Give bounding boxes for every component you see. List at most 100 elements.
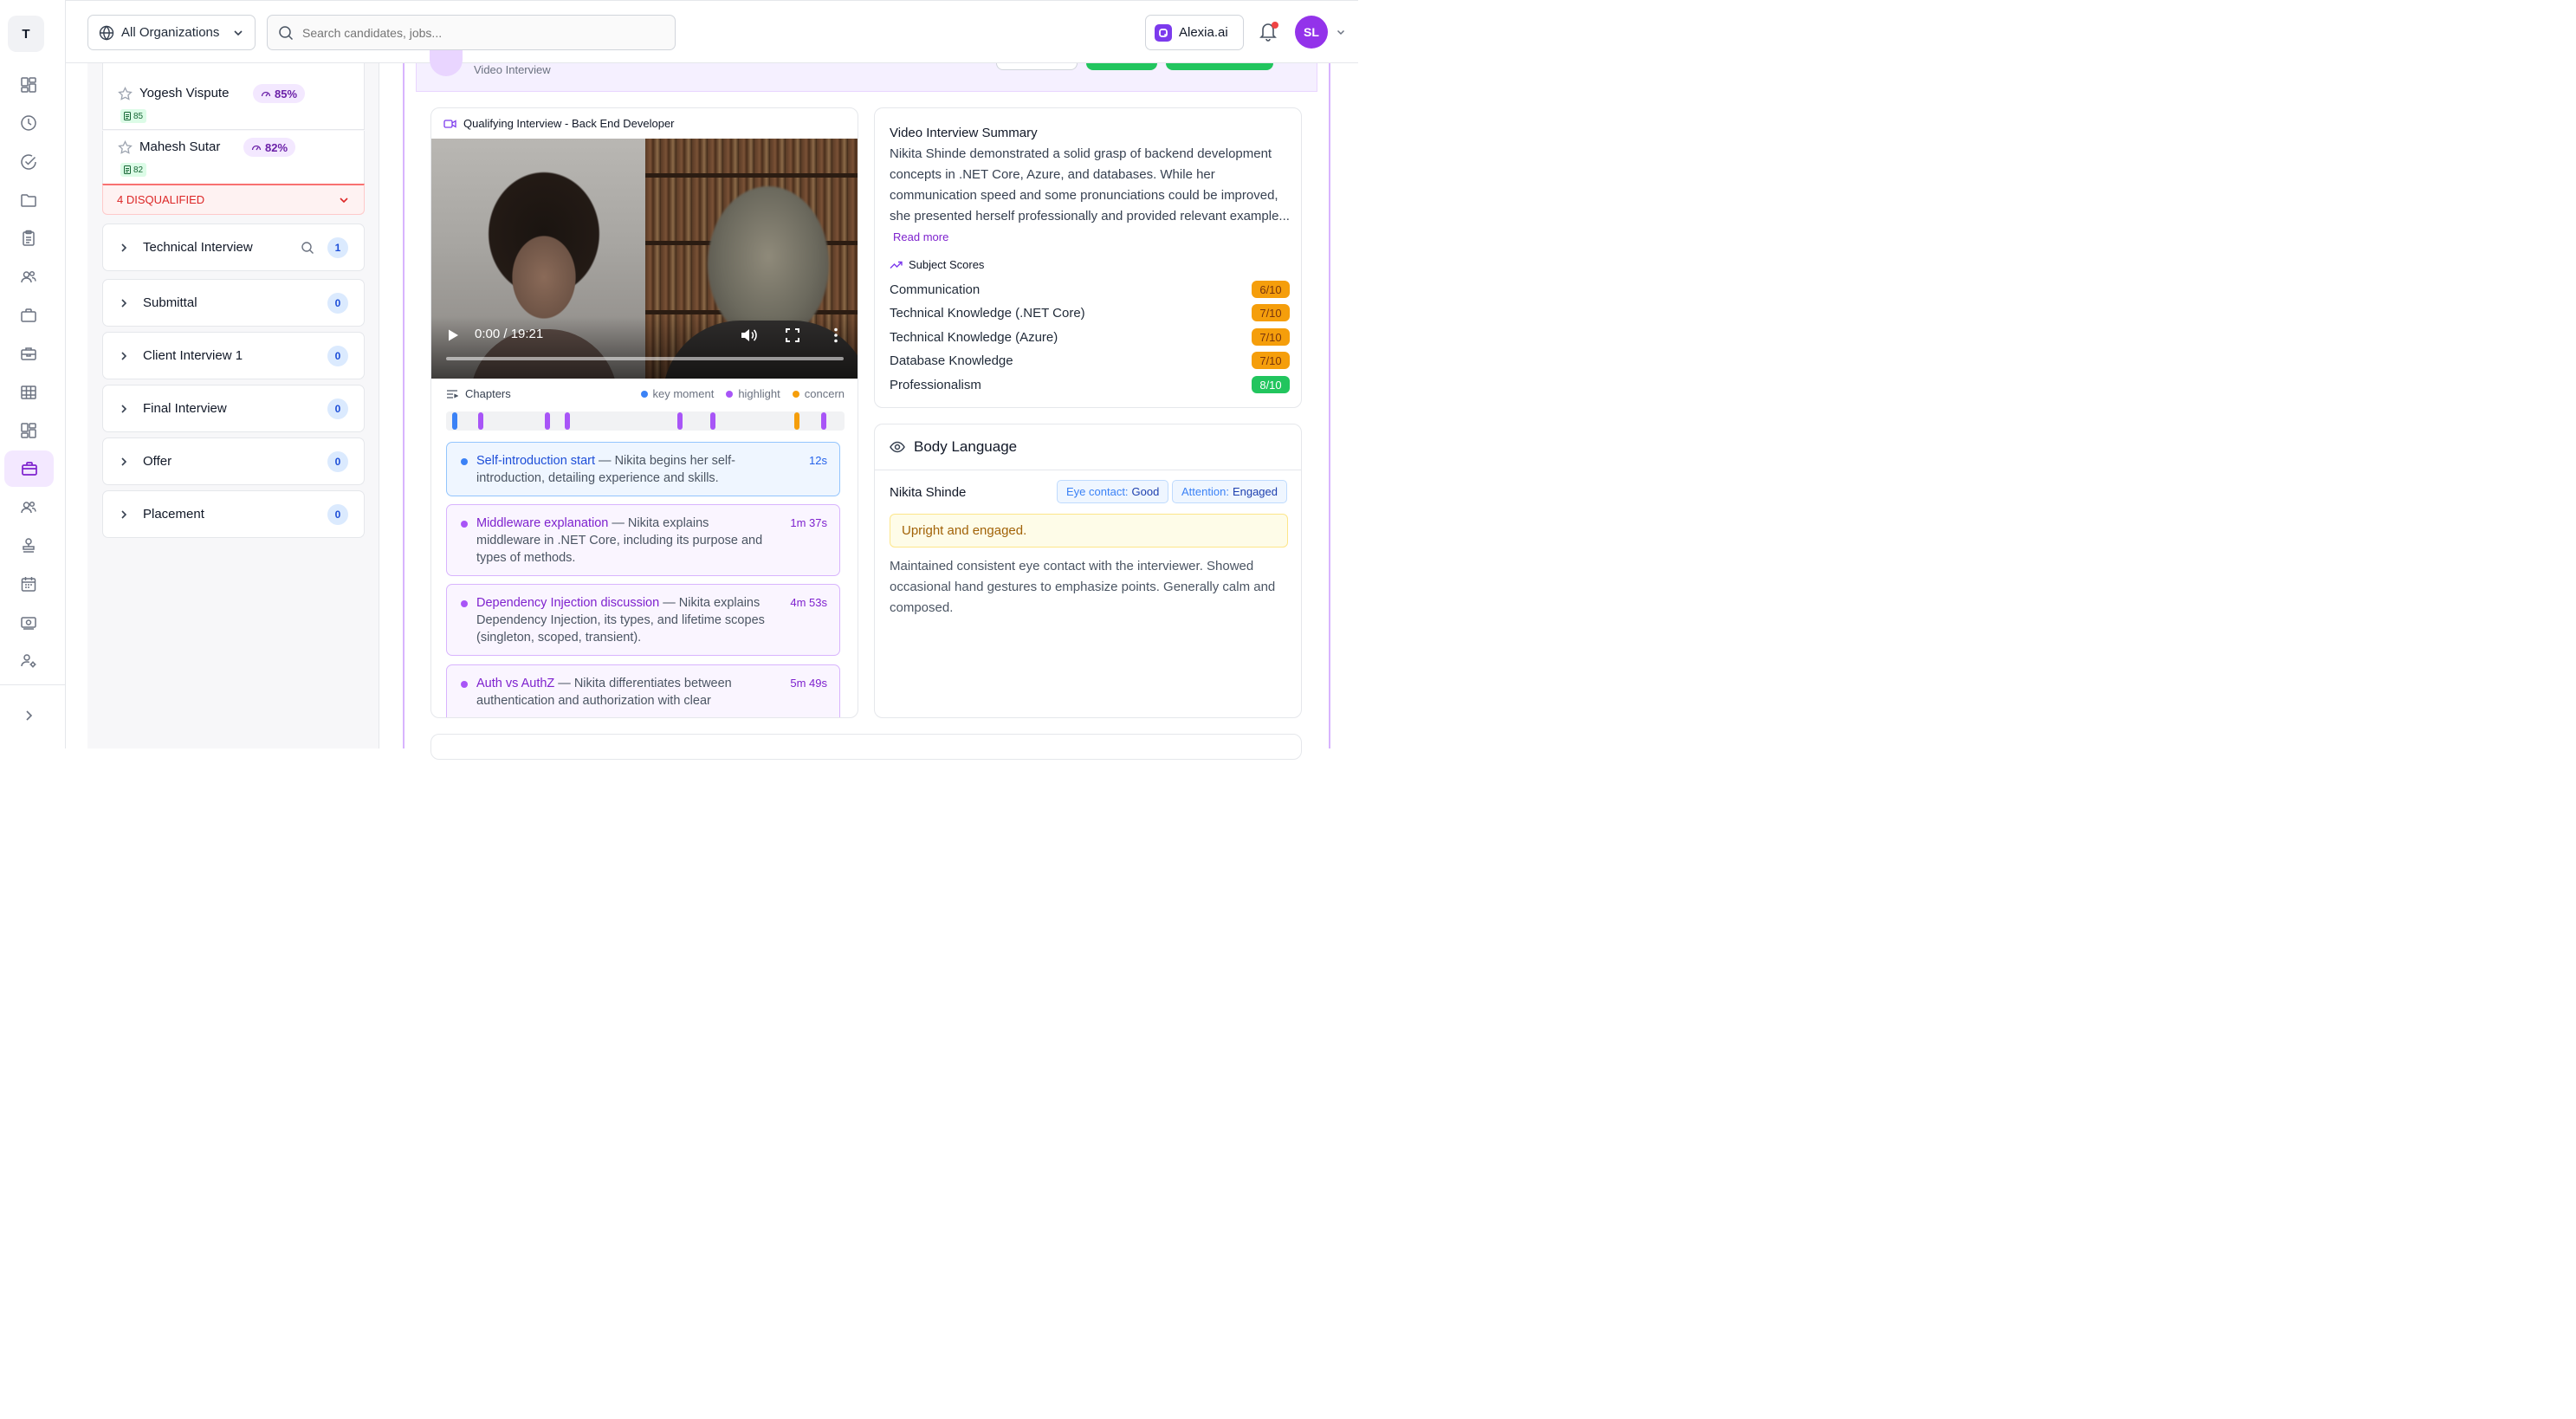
- check-circle-icon[interactable]: [12, 147, 45, 177]
- fullscreen-icon[interactable]: [786, 328, 799, 342]
- chapters-header: Chapters key moment highlight concern: [446, 387, 845, 400]
- organization-select-label: All Organizations: [121, 25, 220, 40]
- chevron-right-icon[interactable]: [23, 709, 35, 722]
- candidate-card[interactable]: Mahesh Sutar 82% 82: [102, 131, 365, 184]
- top-bar: All Organizations Alexia.ai SL: [66, 0, 1358, 63]
- disqualified-toggle[interactable]: 4 DISQUALIFIED: [102, 184, 365, 215]
- stamp-icon[interactable]: [12, 531, 45, 560]
- dashboard-icon[interactable]: [12, 70, 45, 100]
- score-row: Database Knowledge 7/10: [890, 352, 1290, 369]
- star-icon[interactable]: [118, 140, 133, 155]
- users-icon[interactable]: [12, 262, 45, 292]
- chapter-timestamp[interactable]: 5m 49s: [790, 675, 827, 692]
- stage-offer[interactable]: Offer 0: [102, 437, 365, 485]
- chapter-item[interactable]: Middleware explanation — Nikita explains…: [446, 504, 840, 576]
- score-value: 6/10: [1252, 281, 1290, 298]
- stage-placement[interactable]: Placement 0: [102, 490, 365, 538]
- team-icon[interactable]: [12, 493, 45, 522]
- timeline-marker-concern[interactable]: [794, 412, 799, 430]
- notifications-bell-icon[interactable]: [1258, 20, 1280, 44]
- eye-contact-tag: Eye contact: Good: [1057, 480, 1169, 503]
- timeline-marker-highlight[interactable]: [821, 412, 826, 430]
- payment-icon[interactable]: [12, 608, 45, 638]
- user-avatar[interactable]: SL: [1295, 16, 1328, 49]
- body-language-header: Body Language: [890, 438, 1017, 456]
- volume-icon[interactable]: [740, 327, 757, 343]
- briefcase-icon[interactable]: [12, 301, 45, 330]
- chapter-timestamp[interactable]: 1m 37s: [790, 515, 827, 532]
- search-icon[interactable]: [301, 241, 314, 255]
- alexia-ai-button[interactable]: Alexia.ai: [1145, 15, 1244, 50]
- header-status-chip[interactable]: [1166, 63, 1273, 70]
- organization-select[interactable]: All Organizations: [87, 15, 256, 50]
- resume-count: 82: [133, 165, 144, 175]
- candidate-card[interactable]: Yogesh Vispute 85% 85: [102, 77, 365, 130]
- score-subject: Professionalism: [890, 377, 981, 392]
- jobs-icon[interactable]: [4, 450, 54, 487]
- chapter-title[interactable]: Dependency Injection discussion: [476, 596, 659, 610]
- header-status-chip[interactable]: [1086, 63, 1157, 70]
- chapter-item[interactable]: Self-introduction start — Nikita begins …: [446, 442, 840, 496]
- timeline-marker-highlight[interactable]: [478, 412, 483, 430]
- global-search[interactable]: [267, 15, 676, 50]
- workspace-logo[interactable]: T: [8, 16, 44, 52]
- stage-count: 0: [327, 503, 348, 525]
- pipeline-column: Yogesh Vispute 85% 85 Mahesh Sutar 82% 8…: [87, 63, 379, 748]
- timeline-marker-highlight[interactable]: [545, 412, 550, 430]
- stage-submittal[interactable]: Submittal 0: [102, 279, 365, 327]
- account-chevron-down-icon[interactable]: [1336, 27, 1346, 37]
- clock-icon[interactable]: [12, 108, 45, 138]
- score-value: 7/10: [1252, 304, 1290, 321]
- calendar-icon[interactable]: [12, 569, 45, 599]
- more-options-icon[interactable]: [834, 327, 838, 343]
- chapter-item[interactable]: Auth vs AuthZ — Nikita differentiates be…: [446, 664, 840, 717]
- score-subject: Technical Knowledge (Azure): [890, 329, 1058, 345]
- star-icon[interactable]: [118, 87, 133, 101]
- clipboard-icon[interactable]: [12, 224, 45, 253]
- video-player[interactable]: 0:00 / 19:21: [431, 139, 858, 379]
- read-more-link[interactable]: Read more: [893, 230, 948, 243]
- chapter-timeline[interactable]: [446, 411, 845, 431]
- chapter-item[interactable]: Dependency Injection discussion — Nikita…: [446, 584, 840, 656]
- stage-client-interview-1[interactable]: Client Interview 1 0: [102, 332, 365, 379]
- candidate-name[interactable]: Yogesh Vispute: [139, 86, 229, 100]
- stage-label: Submittal: [143, 295, 197, 310]
- stage-label: Final Interview: [143, 401, 227, 416]
- subject-scores-label: Subject Scores: [909, 258, 985, 271]
- candidate-name[interactable]: Mahesh Sutar: [139, 139, 220, 154]
- body-language-card: Body Language Nikita Shinde Eye contact:…: [874, 424, 1302, 718]
- score-row: Communication 6/10: [890, 281, 1290, 298]
- search-input[interactable]: [302, 25, 664, 40]
- timeline-marker-highlight[interactable]: [710, 412, 715, 430]
- timeline-marker-key[interactable]: [452, 412, 457, 430]
- summary-title: Video Interview Summary: [890, 126, 1038, 140]
- score-value: 7/10: [1252, 328, 1290, 346]
- chapter-dot: [461, 521, 468, 528]
- stage-technical-interview[interactable]: Technical Interview 1: [102, 224, 365, 271]
- user-settings-icon[interactable]: [12, 646, 45, 676]
- score-row: Technical Knowledge (.NET Core) 7/10: [890, 304, 1290, 321]
- chapter-title[interactable]: Self-introduction start: [476, 454, 595, 468]
- chapters-list-icon: [446, 389, 458, 399]
- video-progress-bar[interactable]: [446, 357, 844, 360]
- header-chip[interactable]: [996, 63, 1078, 70]
- chapter-timestamp[interactable]: 4m 53s: [790, 594, 827, 612]
- score-subject: Database Knowledge: [890, 353, 1013, 368]
- chevron-right-icon: [119, 297, 129, 309]
- chapter-title[interactable]: Auth vs AuthZ: [476, 677, 554, 690]
- grid-icon[interactable]: [12, 378, 45, 407]
- play-icon[interactable]: [447, 328, 459, 342]
- stage-count: 0: [327, 450, 348, 472]
- toolbox-icon[interactable]: [12, 339, 45, 368]
- video-title: Qualifying Interview - Back End Develope…: [443, 117, 675, 130]
- timeline-marker-highlight[interactable]: [565, 412, 570, 430]
- chevron-down-icon: [232, 27, 244, 39]
- chapter-timestamp[interactable]: 12s: [809, 452, 827, 470]
- match-score-value: 85%: [275, 87, 298, 100]
- timeline-marker-highlight[interactable]: [677, 412, 683, 430]
- stage-final-interview[interactable]: Final Interview 0: [102, 385, 365, 432]
- layout-icon[interactable]: [12, 416, 45, 445]
- chapter-title[interactable]: Middleware explanation: [476, 516, 608, 530]
- folder-icon[interactable]: [12, 185, 45, 215]
- stage-count: 0: [327, 345, 348, 366]
